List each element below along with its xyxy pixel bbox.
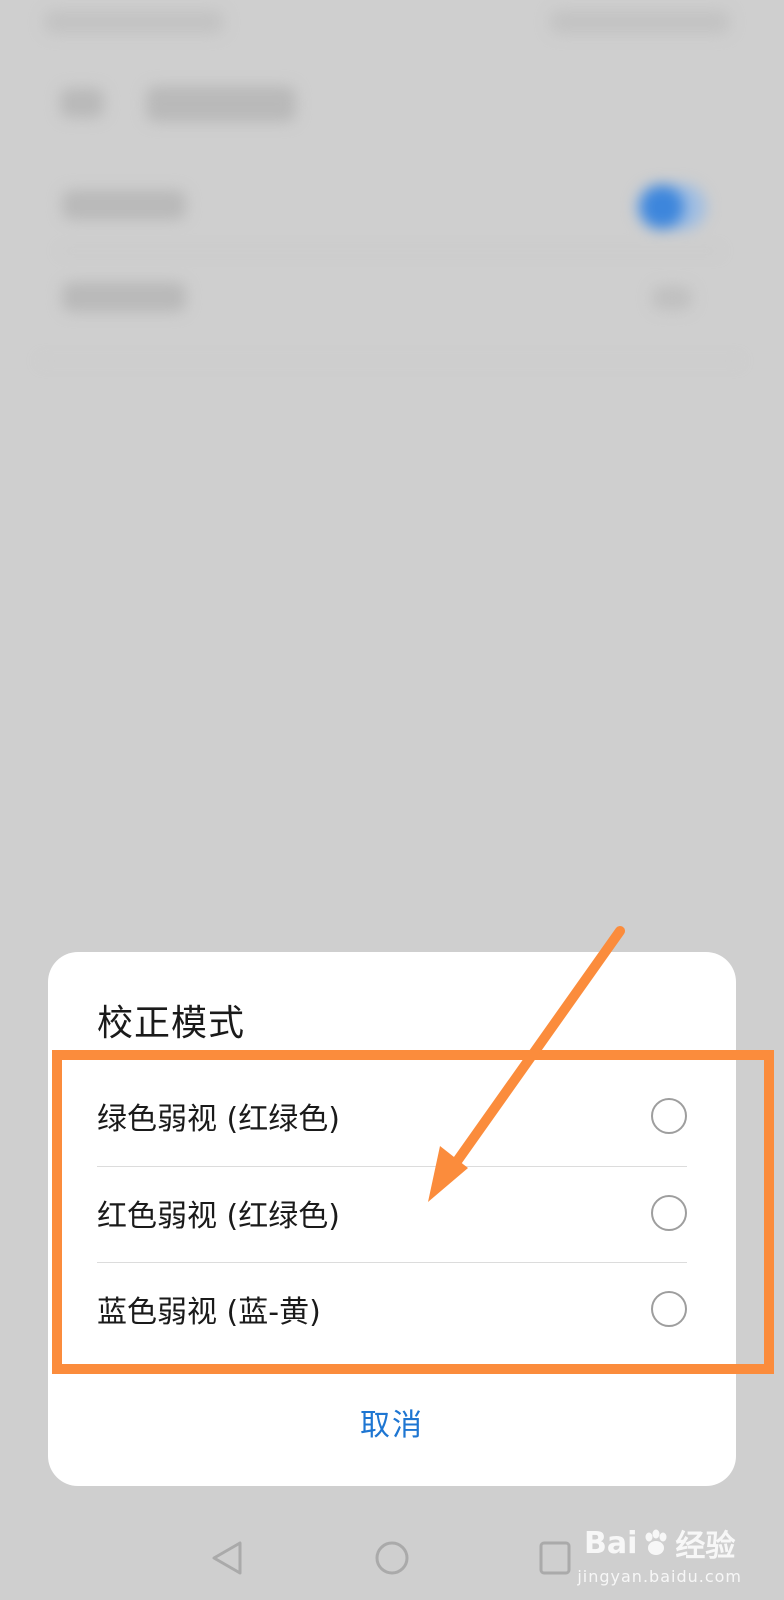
setting-row-2-arrow-blur: [652, 286, 692, 310]
watermark-url: jingyan.baidu.com: [577, 1567, 742, 1586]
annotation-highlight-box: [52, 1050, 774, 1374]
setting-row-1-toggle-blur: [636, 184, 706, 230]
dialog-title: 校正模式: [97, 1003, 246, 1044]
page-title-blur: [146, 86, 296, 122]
setting-divider-2-blur: [40, 360, 740, 362]
setting-row-2-label-blur: [62, 282, 186, 312]
watermark-brand: Bai: [583, 1525, 638, 1561]
back-arrow-blur: [60, 88, 104, 118]
cancel-button[interactable]: 取消: [48, 1400, 736, 1444]
status-bar-right-blur: [550, 10, 730, 34]
circle-home-icon[interactable]: [374, 1540, 410, 1576]
setting-row-1-label-blur: [62, 190, 186, 220]
status-bar-left-blur: [44, 10, 224, 34]
baidu-jingyan-watermark: Bai 经验 jingyan.baidu.com: [577, 1521, 742, 1587]
triangle-back-icon[interactable]: [210, 1540, 244, 1576]
paw-icon: [645, 1529, 667, 1555]
watermark-brand-suffix: 经验: [675, 1529, 736, 1564]
square-recent-icon[interactable]: [538, 1540, 572, 1576]
setting-divider-blur: [60, 250, 720, 252]
